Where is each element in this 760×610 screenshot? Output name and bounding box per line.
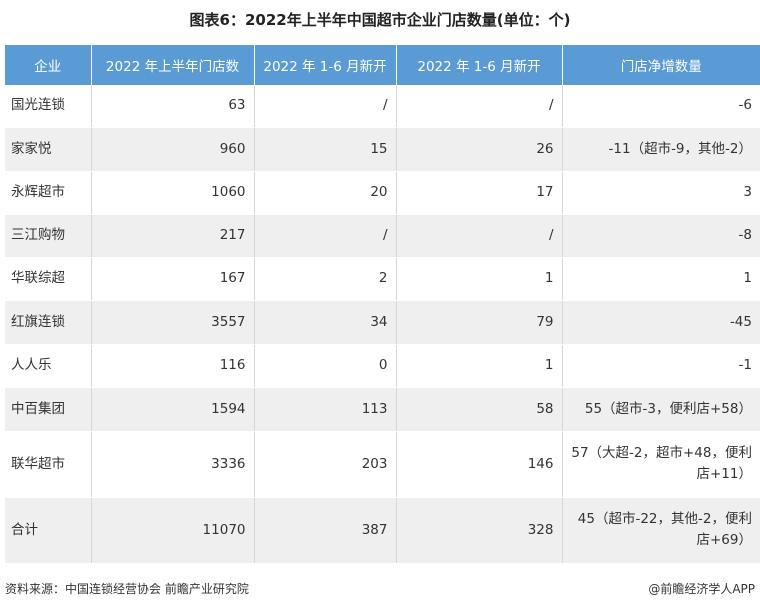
table-cell-company: 家家悦 bbox=[5, 127, 92, 172]
table-cell-value: 45（超市-22，其他-2，便利店+69） bbox=[562, 497, 760, 564]
table-cell-value: 167 bbox=[91, 257, 255, 301]
table-cell-value: 79 bbox=[396, 300, 563, 345]
table-cell-value: -6 bbox=[562, 85, 760, 128]
table-cell-value: 11070 bbox=[91, 497, 255, 564]
table-cell-value: 63 bbox=[91, 85, 255, 128]
table-row: 红旗连锁 3557 34 79 -45 bbox=[5, 300, 760, 345]
column-header-store-count: 2022 年上半年门店数 bbox=[91, 45, 255, 85]
table-cell-value: / bbox=[396, 85, 563, 128]
table-row: 家家悦 960 15 26 -11（超市-9，其他-2） bbox=[5, 127, 760, 172]
table-cell-value: 1060 bbox=[91, 171, 255, 215]
source-note: 资料来源：中国连锁经营协会 前瞻产业研究院 bbox=[5, 582, 249, 596]
column-header-new-opened-a: 2022 年 1-6 月新开 bbox=[254, 45, 397, 85]
table-row: 合计 11070 387 328 45（超市-22，其他-2，便利店+69） bbox=[5, 497, 760, 564]
table-cell-value: 217 bbox=[91, 214, 255, 258]
table-cell-value: 26 bbox=[396, 127, 563, 172]
table-cell-value: 1 bbox=[396, 344, 563, 388]
table-cell-value: 1 bbox=[562, 257, 760, 301]
table-cell-company: 永辉超市 bbox=[5, 171, 92, 215]
table-cell-value: -1 bbox=[562, 344, 760, 388]
table-body: 国光连锁 63// -6 家家悦 960 15 26 -11（超市-9，其他-2） 永辉超市 10… bbox=[5, 85, 760, 564]
table-cell-company: 中百集团 bbox=[5, 387, 92, 432]
table-cell-value: -8 bbox=[562, 214, 760, 258]
table-cell-value: 960 bbox=[91, 127, 255, 172]
table-row: 华联综超 167 2 1 1 bbox=[5, 257, 760, 301]
table-cell-company: 三江购物 bbox=[5, 214, 92, 258]
table-row: 人人乐 116 0 1 -1 bbox=[5, 344, 760, 388]
table-cell-value: 113 bbox=[254, 387, 397, 432]
table-cell-value: 55（超市-3，便利店+58） bbox=[562, 387, 760, 432]
table-cell-value: 203 bbox=[254, 431, 397, 498]
table-cell-value: 116 bbox=[91, 344, 255, 388]
table-cell-company: 联华超市 bbox=[5, 431, 92, 498]
table-row: 中百集团 1594 113 58 55（超市-3，便利店+58） bbox=[5, 387, 760, 432]
column-header-net-increase: 门店净增数量 bbox=[562, 45, 760, 85]
table-cell-value: 3336 bbox=[91, 431, 255, 498]
table-row: 国光连锁 63// -6 bbox=[5, 85, 760, 128]
table-cell-value: 17 bbox=[396, 171, 563, 215]
table-cell-value: -45 bbox=[562, 300, 760, 345]
table-cell-company: 红旗连锁 bbox=[5, 300, 92, 345]
table-cell-value: 1 bbox=[396, 257, 563, 301]
table-cell-value: 328 bbox=[396, 497, 563, 564]
table-cell-value: / bbox=[254, 85, 397, 128]
table-cell-value: 57（大超-2，超市+48，便利店+11） bbox=[562, 431, 760, 498]
table-cell-value: 0 bbox=[254, 344, 397, 388]
table-cell-value: 20 bbox=[254, 171, 397, 215]
column-header-company: 企业 bbox=[5, 45, 92, 85]
table-cell-company: 华联综超 bbox=[5, 257, 92, 301]
table-row: 联华超市 3336 203 146 57（大超-2，超市+48，便利店+11） bbox=[5, 431, 760, 498]
table-cell-value: 3 bbox=[562, 171, 760, 215]
table-cell-value: 34 bbox=[254, 300, 397, 345]
table-cell-value: / bbox=[254, 214, 397, 258]
table-cell-value: 1594 bbox=[91, 387, 255, 432]
table-cell-value: 15 bbox=[254, 127, 397, 172]
table-row: 三江购物 217// -8 bbox=[5, 214, 760, 258]
store-count-table: 企业 2022 年上半年门店数 2022 年 1-6 月新开 2022 年 1-… bbox=[5, 45, 760, 564]
table-header-row: 企业 2022 年上半年门店数 2022 年 1-6 月新开 2022 年 1-… bbox=[5, 45, 760, 85]
table-row: 永辉超市 1060 20 17 3 bbox=[5, 171, 760, 215]
table-cell-value: 146 bbox=[396, 431, 563, 498]
table-cell-value: 387 bbox=[254, 497, 397, 564]
table-cell-value: 2 bbox=[254, 257, 397, 301]
table-cell-company: 国光连锁 bbox=[5, 85, 92, 128]
table-cell-company: 人人乐 bbox=[5, 344, 92, 388]
credit-note: @前瞻经济学人APP bbox=[648, 582, 755, 596]
table-cell-value: -11（超市-9，其他-2） bbox=[562, 127, 760, 172]
table-cell-company: 合计 bbox=[5, 497, 92, 564]
column-header-new-opened-b: 2022 年 1-6 月新开 bbox=[396, 45, 563, 85]
table-cell-value: 58 bbox=[396, 387, 563, 432]
table-cell-value: / bbox=[396, 214, 563, 258]
chart-title: 图表6：2022年上半年中国超市企业门店数量(单位：个) bbox=[189, 11, 571, 29]
table-cell-value: 3557 bbox=[91, 300, 255, 345]
